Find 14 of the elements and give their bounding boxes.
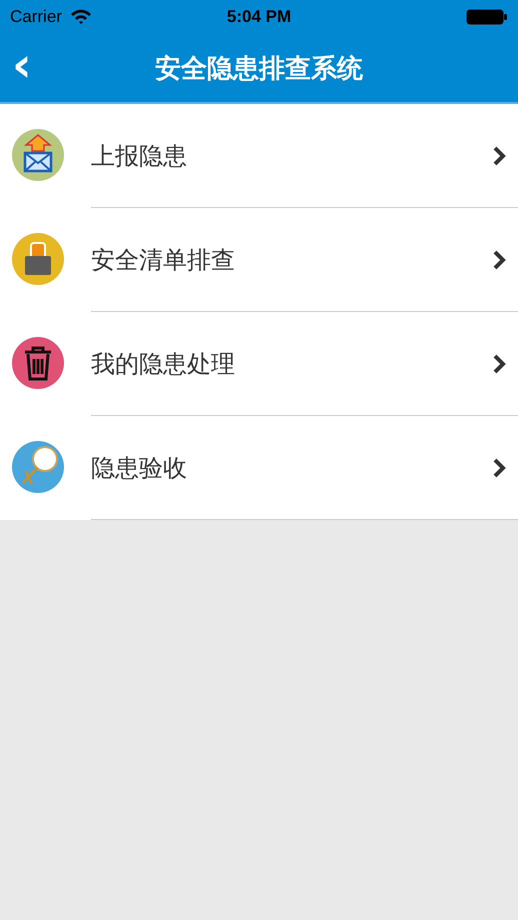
menu-item[interactable]: 隐患验收 xyxy=(91,416,518,520)
chevron-icon xyxy=(492,144,506,166)
chevron-icon xyxy=(492,248,506,270)
page-title: 安全隐患排查系统 xyxy=(155,52,363,86)
chevron-icon xyxy=(492,352,506,374)
battery-icon xyxy=(466,9,508,25)
chevron-icon xyxy=(492,456,506,478)
menu-item[interactable]: 上报隐患 xyxy=(91,104,518,208)
menu-item[interactable]: 安全清单排查 xyxy=(91,208,518,312)
status-time: 5:04 PM xyxy=(226,7,292,26)
menu-item[interactable]: 我的隐患处理 xyxy=(91,312,518,416)
wifi-icon xyxy=(70,9,92,25)
carrier-name: Carrier xyxy=(10,7,62,27)
back-button[interactable]: ‹ xyxy=(8,46,36,84)
